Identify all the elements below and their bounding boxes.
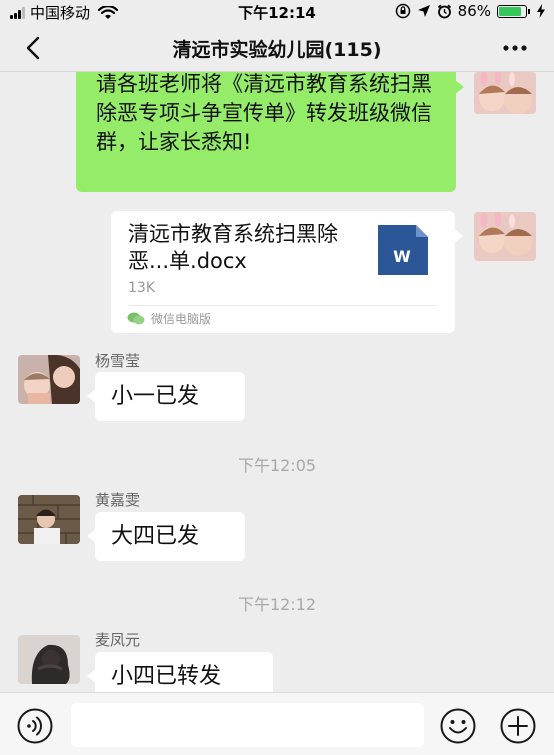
battery-cap <box>528 8 530 14</box>
file-name: 清远市教育系统扫黑除恶...单.docx <box>128 222 338 273</box>
message-text: 大四已发 <box>111 524 200 549</box>
alarm-icon <box>437 4 451 18</box>
file-source-label: 微信电脑版 <box>151 312 212 326</box>
received-message-bubble[interactable]: 小一已发 <box>87 372 245 421</box>
status-bar: 中国移动 下午12:14 86% <box>0 0 554 24</box>
voice-icon[interactable] <box>16 707 54 745</box>
sender-name: 杨雪莹 <box>95 352 141 370</box>
message-text: 小一已发 <box>111 384 200 409</box>
chat-header: 清远市实验幼儿园(115) <box>0 24 554 72</box>
chat-title: 清远市实验幼儿园(115) <box>172 39 382 61</box>
charging-icon <box>537 4 545 18</box>
time-divider: 下午12:05 <box>237 456 317 475</box>
sent-message-bubble[interactable]: 请各班老师将《清远市教育系统扫黑除恶专项斗争宣传单》转发班级微信群，让家长悉知! <box>76 72 464 192</box>
wechat-icon <box>127 312 145 325</box>
avatar[interactable] <box>18 355 80 404</box>
word-document-icon: W <box>378 225 428 275</box>
avatar[interactable] <box>474 72 536 114</box>
divider <box>128 305 438 306</box>
plus-icon[interactable] <box>499 707 537 745</box>
avatar[interactable] <box>474 212 536 261</box>
battery-percent: 86% <box>457 2 491 20</box>
chat-message-list[interactable]: 请各班老师将《清远市教育系统扫黑除恶专项斗争宣传单》转发班级微信群，让家长悉知!… <box>0 72 554 692</box>
received-message-bubble[interactable]: 小四已转发 <box>87 652 273 692</box>
message-input[interactable] <box>71 703 424 747</box>
message-text: 请各班老师将《清远市教育系统扫黑除恶专项斗争宣传单》转发班级微信群，让家长悉知! <box>96 72 432 154</box>
battery-fill <box>499 6 522 16</box>
more-dots-icon[interactable] <box>500 36 530 60</box>
battery-icon <box>497 4 527 18</box>
file-source: 微信电脑版 <box>127 310 211 327</box>
received-message-bubble[interactable]: 大四已发 <box>87 512 245 561</box>
file-size: 13K <box>128 280 155 296</box>
rotation-lock-icon <box>395 3 410 19</box>
message-text: 小四已转发 <box>111 664 222 689</box>
avatar[interactable] <box>18 495 80 544</box>
time-divider: 下午12:12 <box>237 595 317 614</box>
avatar[interactable] <box>18 635 80 684</box>
input-bar <box>0 692 554 755</box>
file-type-letter: W <box>393 247 411 266</box>
file-message-card[interactable]: 清远市教育系统扫黑除恶...单.docx 13K W 微信电脑版 <box>111 211 463 333</box>
emoji-icon[interactable] <box>439 707 477 745</box>
location-icon <box>417 5 430 17</box>
sender-name: 黄嘉雯 <box>95 491 141 509</box>
sender-name: 麦凤元 <box>95 631 141 649</box>
status-right: 86% <box>389 2 546 20</box>
